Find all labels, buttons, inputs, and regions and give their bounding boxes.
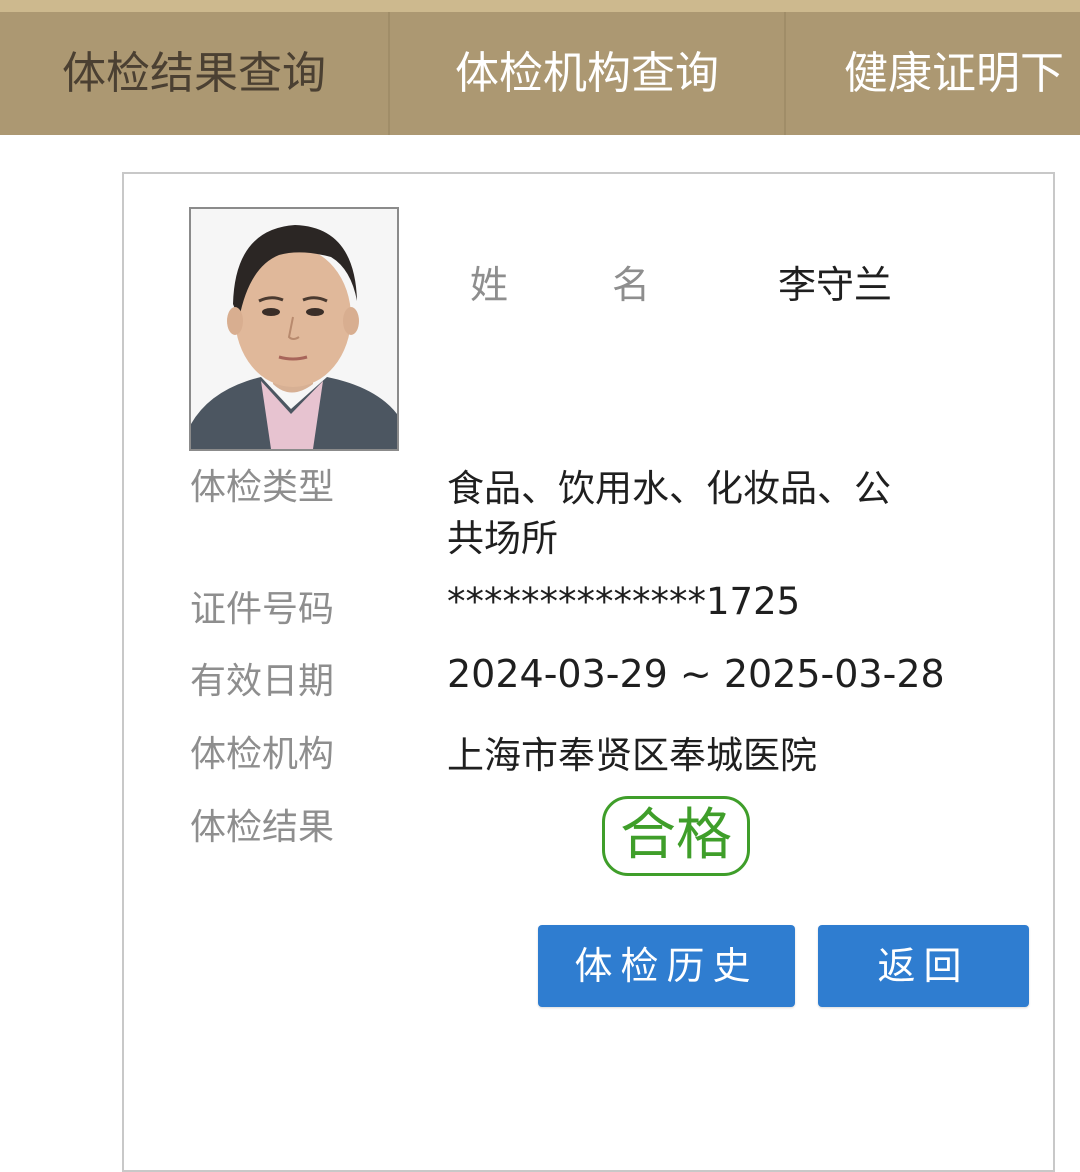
name-label: 姓 名 <box>470 254 650 309</box>
institution-label: 体检机构 <box>190 734 335 775</box>
institution-value: 上海市奉贤区奉城医院 <box>447 734 817 777</box>
top-nav-bar: 体检结果查询 体检机构查询 健康证明下 <box>0 0 1080 135</box>
result-label: 体检结果 <box>190 807 335 848</box>
validity-value: 2024-03-29 ~ 2025-03-28 <box>447 652 945 696</box>
exam-type-label: 体检类型 <box>190 467 335 508</box>
exam-history-button[interactable]: 体检历史 <box>538 925 795 1007</box>
person-photo <box>189 207 399 451</box>
name-value: 李守兰 <box>778 263 893 307</box>
id-number-value: **************1725 <box>447 580 801 623</box>
name-label-char-2: 名 <box>611 263 650 307</box>
back-button[interactable]: 返回 <box>818 925 1029 1007</box>
tab-health-certificate-download[interactable]: 健康证明下 <box>786 12 1080 135</box>
exam-type-value-line-2: 共场所 <box>447 517 558 560</box>
portrait-image <box>191 209 397 449</box>
tab-exam-result-query[interactable]: 体检结果查询 <box>0 12 390 135</box>
tab-institution-query[interactable]: 体检机构查询 <box>390 12 786 135</box>
result-pass-badge: 合格 <box>602 796 750 876</box>
name-label-char-1: 姓 <box>470 263 509 307</box>
validity-label: 有效日期 <box>190 661 335 702</box>
exam-type-value-line-1: 食品、饮用水、化妆品、公 <box>447 467 891 510</box>
id-number-label: 证件号码 <box>190 589 335 630</box>
